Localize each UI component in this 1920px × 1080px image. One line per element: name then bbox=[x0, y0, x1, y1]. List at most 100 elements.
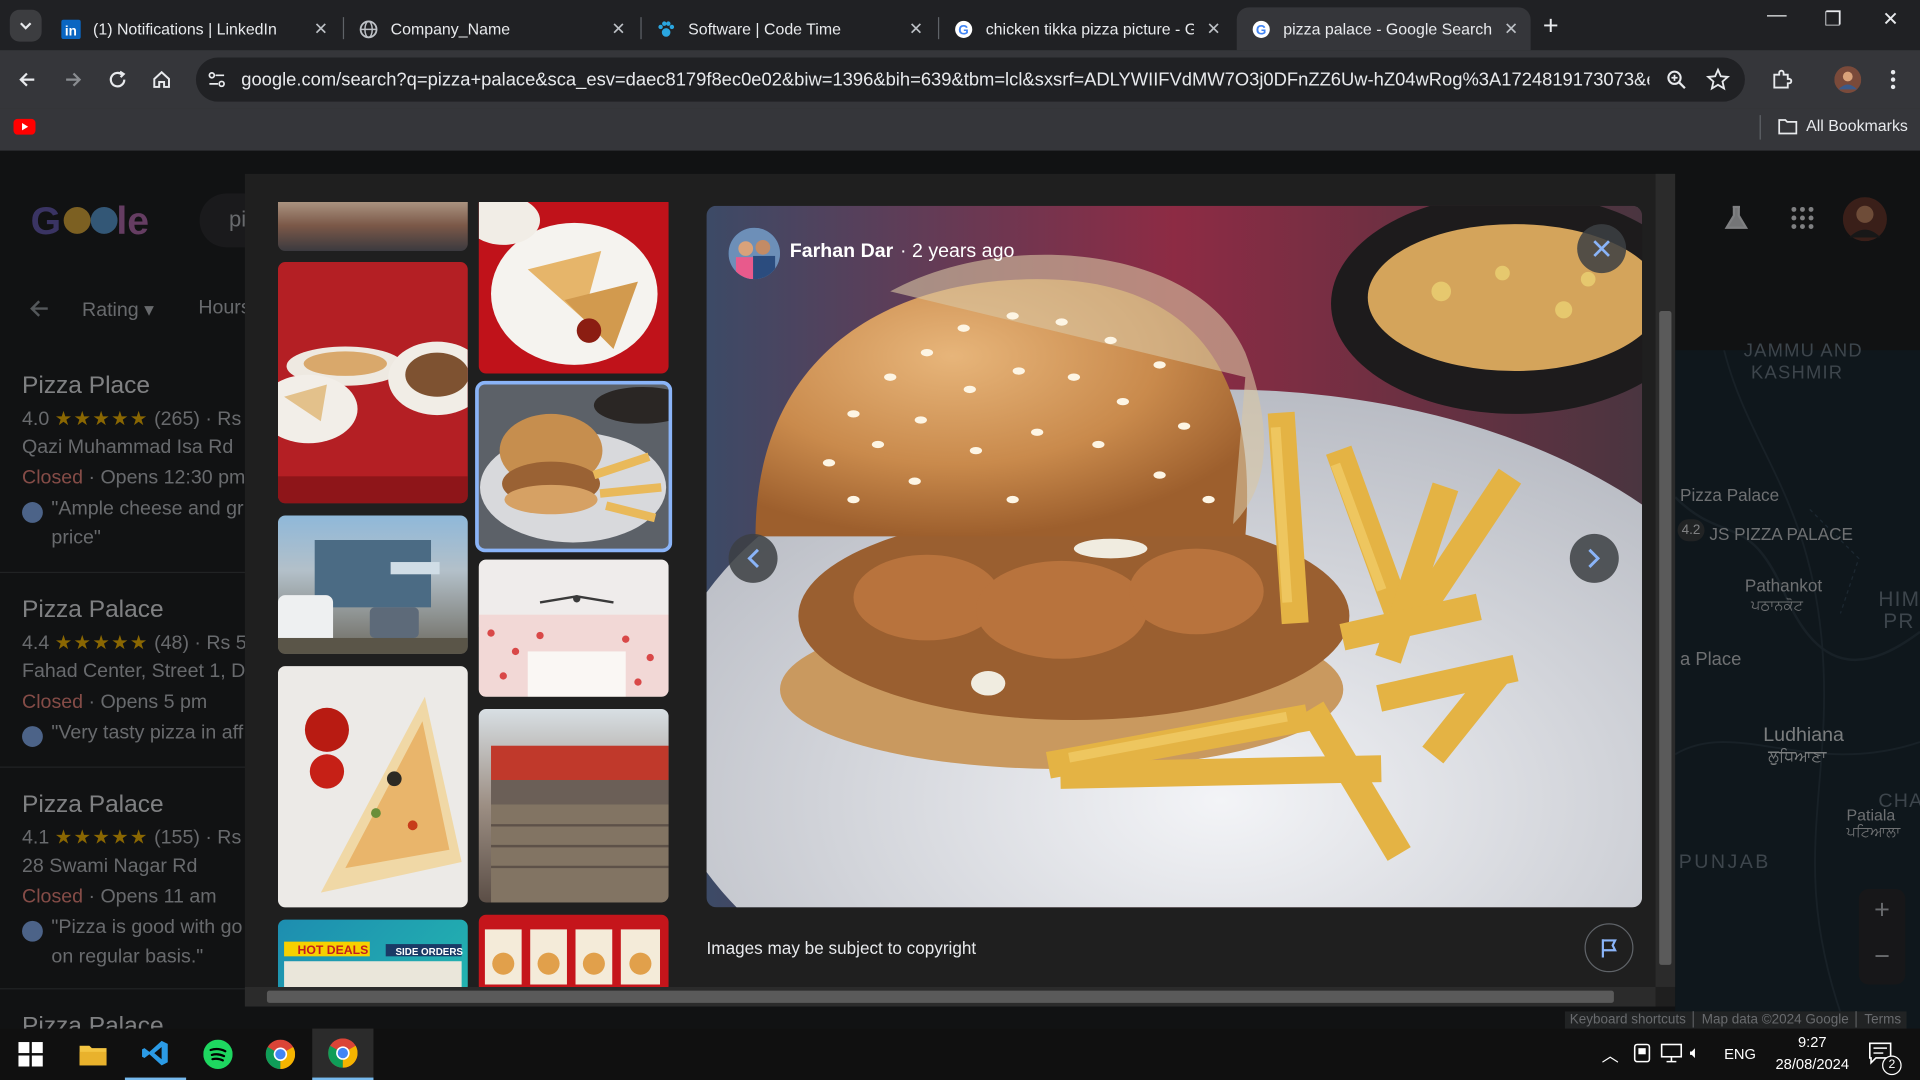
site-info-icon[interactable] bbox=[206, 69, 228, 97]
scrollbar-thumb[interactable] bbox=[266, 990, 1614, 1003]
gallery-thumbnail[interactable] bbox=[478, 914, 669, 987]
notification-count-badge: 2 bbox=[1882, 1055, 1902, 1076]
svg-text:in: in bbox=[65, 23, 77, 38]
viewer-close-button[interactable] bbox=[1577, 224, 1627, 274]
copyright-notice: Images may be subject to copyright bbox=[706, 937, 977, 958]
folder-icon bbox=[1778, 118, 1798, 134]
tab-codetime[interactable]: Software | Code Time ✕ bbox=[642, 7, 936, 50]
forward-button[interactable] bbox=[59, 65, 88, 94]
extensions-button[interactable] bbox=[1767, 65, 1796, 94]
gallery-thumbnail[interactable] bbox=[277, 262, 468, 504]
windows-taskbar: ︿ 🔈︎ ENG 9:27 28/08/2024 2 bbox=[0, 1028, 1920, 1080]
reload-icon bbox=[109, 70, 126, 88]
gallery-thumbnail-selected[interactable] bbox=[475, 380, 673, 553]
browser-toolbar: google.com/search?q=pizza+palace&sca_esv… bbox=[0, 50, 1920, 109]
profile-avatar[interactable] bbox=[1833, 65, 1862, 94]
close-tab-icon[interactable]: ✕ bbox=[611, 18, 625, 39]
tab-pizza-palace[interactable]: G pizza palace - Google Search ✕ bbox=[1236, 7, 1531, 51]
folder-icon bbox=[79, 1045, 107, 1066]
network-icon[interactable] bbox=[1660, 1043, 1683, 1066]
new-tab-button[interactable]: + bbox=[1543, 10, 1559, 42]
gallery-thumbnail[interactable] bbox=[478, 559, 669, 697]
chevron-down-icon bbox=[20, 22, 32, 30]
svg-text:G: G bbox=[958, 22, 968, 37]
minimize-button[interactable]: — bbox=[1749, 5, 1805, 27]
close-tab-icon[interactable]: ✕ bbox=[1504, 18, 1518, 39]
device-icon[interactable] bbox=[1633, 1043, 1651, 1066]
report-photo-button[interactable] bbox=[1584, 923, 1634, 973]
tab-title: pizza palace - Google Search bbox=[1283, 19, 1493, 38]
vscode-icon bbox=[142, 1040, 168, 1066]
clock-date[interactable]: 28/08/2024 bbox=[1768, 1056, 1856, 1073]
google-icon: G bbox=[1252, 20, 1270, 38]
start-button[interactable] bbox=[0, 1029, 61, 1080]
paw-icon bbox=[658, 20, 675, 37]
url-text[interactable]: google.com/search?q=pizza+palace&sca_esv… bbox=[241, 70, 1649, 91]
volume-icon[interactable]: 🔈︎ bbox=[1690, 1042, 1700, 1063]
close-tab-icon[interactable]: ✕ bbox=[314, 18, 328, 39]
photo-viewer: Farhan Dar · 2 years ago bbox=[706, 205, 1643, 908]
chrome-icon bbox=[265, 1039, 296, 1069]
vscode-button[interactable] bbox=[124, 1029, 187, 1080]
zoom-icon[interactable] bbox=[1665, 69, 1687, 97]
next-photo-button[interactable] bbox=[1569, 533, 1619, 583]
tab-title: chicken tikka pizza picture - Go bbox=[985, 19, 1194, 38]
arrow-left-icon bbox=[19, 72, 35, 87]
previous-photo-button[interactable] bbox=[728, 533, 778, 583]
gallery-thumbnail[interactable] bbox=[277, 515, 468, 654]
globe-icon bbox=[359, 19, 378, 38]
all-bookmarks-button[interactable]: All Bookmarks bbox=[1778, 116, 1908, 135]
chrome-button[interactable] bbox=[250, 1029, 311, 1080]
all-bookmarks-label: All Bookmarks bbox=[1806, 116, 1908, 135]
svg-text:HOT DEALS: HOT DEALS bbox=[298, 943, 369, 957]
tab-title: Software | Code Time bbox=[688, 19, 841, 38]
tab-strip: in (1) Notifications | LinkedIn ✕ Compan… bbox=[0, 0, 1920, 51]
gallery-thumbnail[interactable] bbox=[277, 202, 468, 252]
youtube-bookmark[interactable] bbox=[13, 118, 36, 141]
tab-title: Company_Name bbox=[390, 19, 511, 38]
home-icon bbox=[153, 70, 170, 88]
address-bar[interactable]: google.com/search?q=pizza+palace&sca_esv… bbox=[195, 57, 1745, 102]
chrome-icon bbox=[328, 1038, 358, 1068]
close-tab-icon[interactable]: ✕ bbox=[909, 18, 923, 39]
restore-button[interactable]: ❐ bbox=[1805, 7, 1861, 31]
arrow-right-icon bbox=[66, 72, 82, 87]
svg-text:SIDE ORDERS: SIDE ORDERS bbox=[396, 947, 464, 958]
chrome-active-button[interactable] bbox=[312, 1028, 374, 1080]
tab-search-button[interactable] bbox=[9, 9, 42, 42]
tab-title: (1) Notifications | LinkedIn bbox=[93, 19, 277, 38]
menu-button[interactable] bbox=[1878, 65, 1907, 94]
bookmark-star-icon[interactable] bbox=[1705, 67, 1730, 98]
google-icon: G bbox=[955, 20, 973, 38]
language-indicator[interactable]: ENG bbox=[1724, 1046, 1756, 1063]
home-button[interactable] bbox=[147, 65, 176, 94]
gallery-thumbnail[interactable] bbox=[478, 202, 669, 374]
photo-age: · 2 years ago bbox=[900, 241, 1015, 263]
close-tab-icon[interactable]: ✕ bbox=[1206, 18, 1220, 39]
tab-chicken-tikka[interactable]: G chicken tikka pizza picture - Go ✕ bbox=[939, 7, 1233, 50]
tab-company[interactable]: Company_Name ✕ bbox=[344, 7, 638, 50]
show-hidden-icons[interactable]: ︿ bbox=[1602, 1043, 1619, 1067]
gallery-thumbnail[interactable] bbox=[478, 708, 669, 903]
file-explorer-button[interactable] bbox=[62, 1029, 123, 1080]
vertical-scrollbar[interactable] bbox=[1655, 173, 1676, 987]
close-icon bbox=[1593, 240, 1610, 257]
spotify-icon bbox=[203, 1039, 233, 1069]
spotify-button[interactable] bbox=[187, 1029, 248, 1080]
chevron-right-icon bbox=[1588, 548, 1601, 568]
scrollbar-thumb[interactable] bbox=[1659, 311, 1672, 965]
more-vert-icon bbox=[1890, 70, 1896, 90]
tab-linkedin[interactable]: in (1) Notifications | LinkedIn ✕ bbox=[47, 7, 341, 50]
reload-button[interactable] bbox=[103, 65, 132, 94]
gallery-thumbnail[interactable]: HOT DEALS SIDE ORDERS bbox=[277, 919, 468, 987]
clock-time[interactable]: 9:27 bbox=[1776, 1033, 1849, 1050]
horizontal-scrollbar[interactable] bbox=[244, 986, 1656, 1007]
gallery-thumbnail[interactable] bbox=[277, 666, 468, 908]
author-avatar[interactable] bbox=[728, 227, 781, 280]
back-button[interactable] bbox=[12, 65, 41, 94]
close-window-button[interactable]: ✕ bbox=[1862, 7, 1918, 31]
svg-text:G: G bbox=[1256, 22, 1266, 37]
photo-gallery: HOT DEALS SIDE ORDERS bbox=[277, 202, 673, 987]
chevron-left-icon bbox=[747, 548, 760, 568]
author-name[interactable]: Farhan Dar bbox=[790, 241, 893, 263]
